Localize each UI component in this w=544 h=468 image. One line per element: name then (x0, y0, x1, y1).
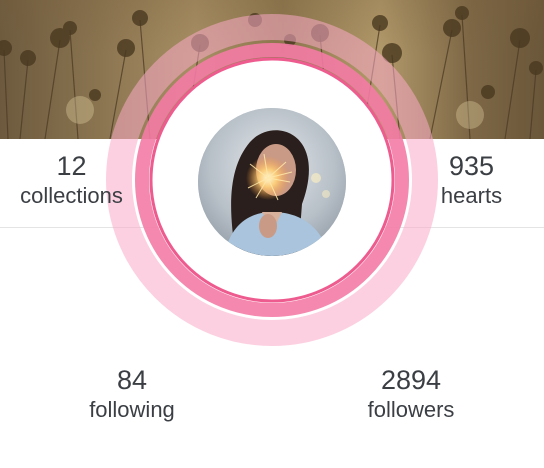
following-label: following (89, 397, 175, 422)
hearts-label: hearts (440, 183, 503, 208)
hearts-count: 935 (448, 151, 495, 181)
profile-photo-icon (198, 108, 346, 256)
stat-collections[interactable]: 12 collections (0, 151, 143, 209)
collections-count: 12 (56, 151, 87, 181)
stat-followers[interactable]: 2894 followers (340, 365, 482, 423)
followers-count: 2894 (380, 365, 442, 395)
followers-label: followers (367, 397, 455, 422)
collections-label: collections (20, 183, 123, 208)
avatar[interactable] (198, 108, 346, 256)
drag-handle[interactable] (234, 68, 310, 88)
stat-following[interactable]: 84 following (62, 365, 202, 423)
following-count: 84 (116, 365, 148, 395)
stat-hearts[interactable]: 935 hearts (400, 151, 543, 209)
